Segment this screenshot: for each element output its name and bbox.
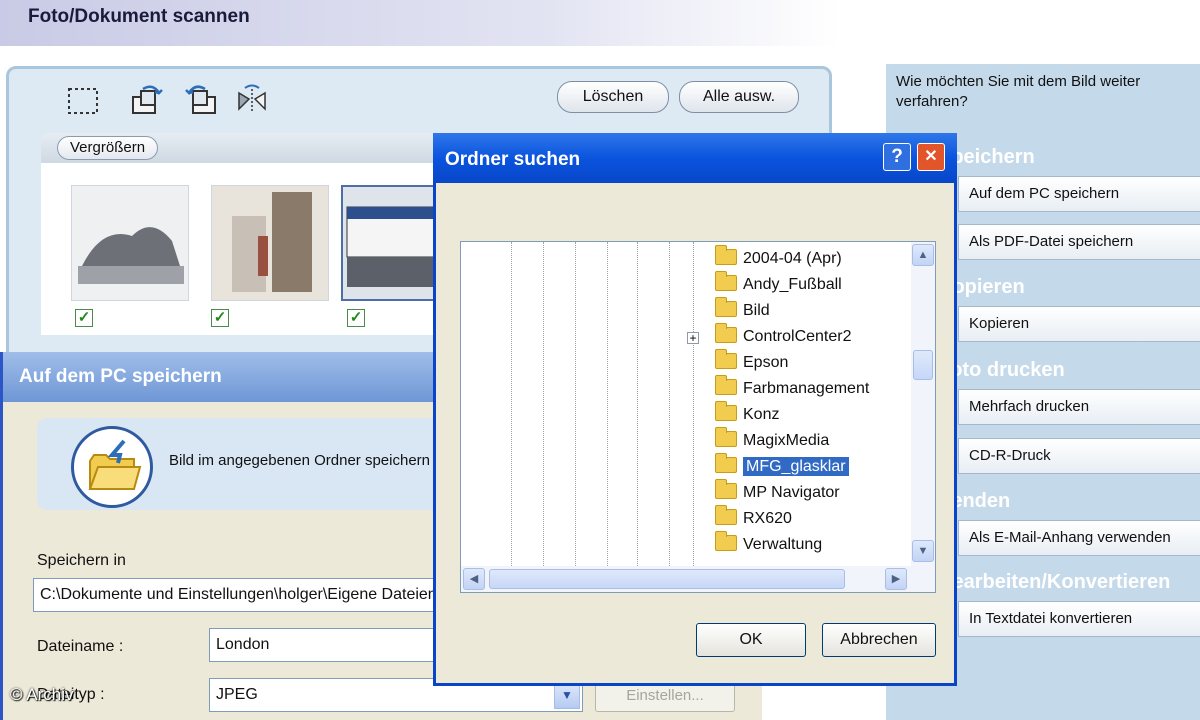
tree-item[interactable]: RX620: [715, 505, 792, 532]
folder-icon: [715, 453, 737, 473]
scroll-up-icon[interactable]: ▲: [912, 244, 934, 266]
section-heading-edit: Bearbeiten/Konvertieren: [938, 571, 1171, 593]
tree-item[interactable]: Andy_Fußball: [715, 271, 842, 298]
select-all-button[interactable]: Alle ausw.: [679, 81, 799, 113]
email-attachment-button[interactable]: Als E-Mail-Anhang verwenden: [958, 520, 1200, 556]
folder-dialog-titlebar: Ordner suchen ? ✕: [433, 133, 957, 183]
save-as-pdf-button[interactable]: Als PDF-Datei speichern: [958, 224, 1200, 260]
folder-icon: [715, 401, 737, 421]
thumbnail-checkbox[interactable]: ✓: [211, 309, 229, 327]
tree-item-label: Farbmanagement: [743, 380, 870, 397]
scroll-thumb[interactable]: [489, 569, 845, 589]
filetype-value: JPEG: [216, 686, 258, 703]
tree-item[interactable]: Verwaltung: [715, 531, 823, 558]
tree-item-label: RX620: [743, 510, 792, 527]
folder-save-icon: [71, 426, 153, 508]
tree-item[interactable]: Farbmanagement: [715, 375, 870, 402]
delete-button[interactable]: Löschen: [557, 81, 669, 113]
rotate-left-icon[interactable]: [181, 83, 219, 117]
tree-item-label: Verwaltung: [743, 536, 823, 553]
scroll-right-icon[interactable]: ▶: [885, 568, 907, 590]
tree-item[interactable]: Konz: [715, 401, 780, 428]
page-title: Foto/Dokument scannen: [28, 6, 250, 27]
tree-item-label: MFG_glasklar: [743, 457, 849, 476]
copyright-watermark: © Archiv: [10, 685, 74, 704]
folder-icon: [715, 479, 737, 499]
expand-plus-icon[interactable]: +: [687, 332, 699, 344]
scroll-down-icon[interactable]: ▼: [912, 540, 934, 562]
vertical-scrollbar[interactable]: ▲ ▼: [911, 242, 935, 566]
folder-icon: [715, 349, 737, 369]
section-heading-print: Foto drucken: [938, 359, 1065, 381]
tree-item[interactable]: ControlCenter2: [715, 323, 852, 350]
convert-to-text-button[interactable]: In Textdatei konvertieren: [958, 601, 1200, 637]
tree-item[interactable]: MP Navigator: [715, 479, 840, 506]
ok-button[interactable]: OK: [696, 623, 806, 657]
save-in-label: Speichern in: [37, 552, 126, 569]
multi-print-button[interactable]: Mehrfach drucken: [958, 389, 1200, 425]
scroll-thumb[interactable]: [913, 350, 933, 380]
tree-item-label: Bild: [743, 302, 770, 319]
thumbnail-street[interactable]: [211, 185, 329, 301]
tree-item[interactable]: Epson: [715, 349, 789, 376]
horizontal-scrollbar[interactable]: ◀ ▶: [461, 566, 935, 592]
folder-icon: [715, 271, 737, 291]
cancel-button[interactable]: Abbrechen: [822, 623, 936, 657]
folder-icon: [715, 297, 737, 317]
rotate-right-icon[interactable]: [129, 83, 167, 117]
folder-browser-dialog: Ordner suchen ? ✕ 2004-04 (Apr) Andy_Fuß…: [433, 133, 957, 686]
tree-item[interactable]: MagixMedia: [715, 427, 830, 454]
flip-icon[interactable]: [233, 83, 271, 117]
save-dialog-title: Auf dem PC speichern: [19, 366, 222, 387]
scroll-left-icon[interactable]: ◀: [463, 568, 485, 590]
app-header: Foto/Dokument scannen: [0, 0, 1200, 46]
thumbnail-lion-statue[interactable]: [71, 185, 189, 301]
filename-label: Dateiname :: [37, 638, 124, 655]
save-to-pc-button[interactable]: Auf dem PC speichern: [958, 176, 1200, 212]
tree-item[interactable]: Bild: [715, 297, 770, 324]
zoom-button[interactable]: Vergrößern: [57, 136, 159, 160]
tree-item-label: ControlCenter2: [743, 328, 852, 345]
folder-dialog-title: Ordner suchen: [445, 149, 581, 170]
folder-icon: [715, 245, 737, 265]
help-icon[interactable]: ?: [883, 143, 911, 171]
tree-item-label: Andy_Fußball: [743, 276, 842, 293]
folder-icon: [715, 531, 737, 551]
folder-icon: [715, 323, 737, 343]
tree-item-label: MP Navigator: [743, 484, 840, 501]
save-info-text: Bild im angegebenen Ordner speichern: [169, 452, 430, 469]
thumbnail-checkbox[interactable]: ✓: [75, 309, 93, 327]
tree-item-label: 2004-04 (Apr): [743, 250, 842, 267]
action-question: Wie möchten Sie mit dem Bild weiter verf…: [896, 73, 1141, 110]
tree-item-selected[interactable]: MFG_glasklar: [715, 453, 849, 480]
tree-item-label: Konz: [743, 406, 780, 423]
folder-icon: [715, 427, 737, 447]
close-icon[interactable]: ✕: [917, 143, 945, 171]
tree-item-label: MagixMedia: [743, 432, 830, 449]
cdr-print-button[interactable]: CD-R-Druck: [958, 438, 1200, 474]
folder-tree[interactable]: 2004-04 (Apr) Andy_Fußball Bild + Contro…: [460, 241, 936, 593]
select-area-icon[interactable]: [65, 83, 103, 117]
folder-icon: [715, 505, 737, 525]
tree-item[interactable]: 2004-04 (Apr): [715, 245, 842, 272]
tree-item-label: Epson: [743, 354, 789, 371]
folder-icon: [715, 375, 737, 395]
copy-button[interactable]: Kopieren: [958, 306, 1200, 342]
thumbnail-checkbox[interactable]: ✓: [347, 309, 365, 327]
